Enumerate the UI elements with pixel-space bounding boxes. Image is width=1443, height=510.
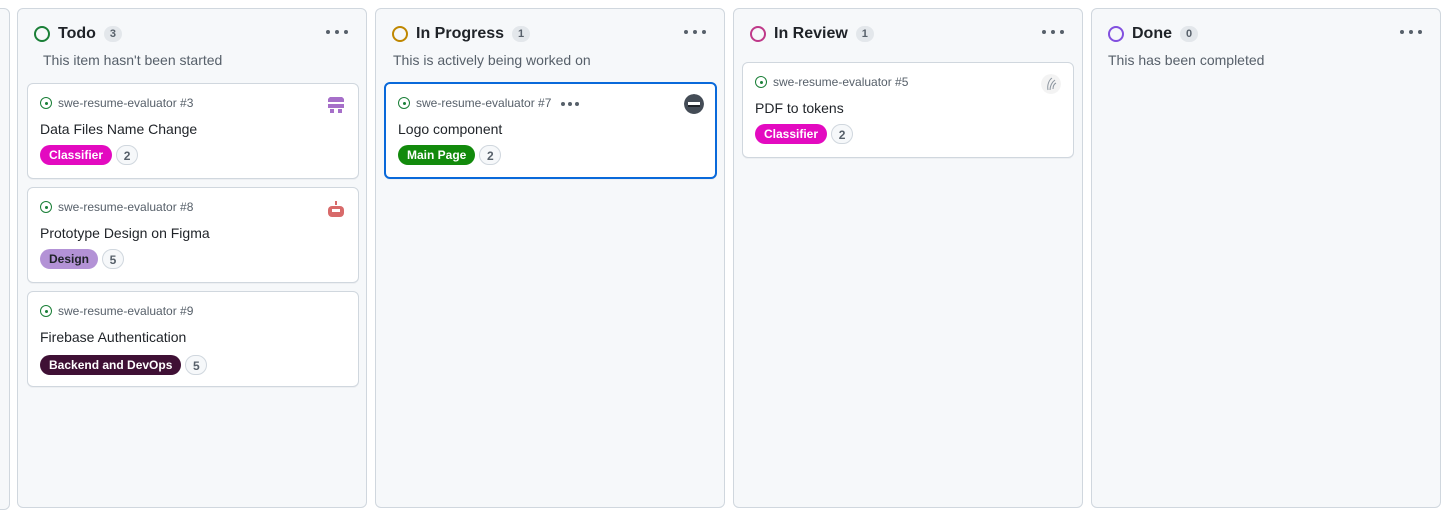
- card-labels: Design 5: [40, 249, 125, 269]
- issue-open-icon: [755, 76, 767, 88]
- column-count: 3: [103, 26, 122, 42]
- label-design[interactable]: Design: [40, 249, 99, 269]
- label-backend-devops[interactable]: Backend and DevOps: [40, 355, 182, 375]
- column-count: 0: [1180, 26, 1198, 42]
- identicon-icon: [326, 199, 346, 219]
- assignee-avatar[interactable]: [684, 94, 704, 114]
- card-title[interactable]: PDF to tokens: [755, 100, 844, 116]
- card-labels: Backend and DevOps 5: [40, 355, 208, 375]
- status-in-review-icon: [750, 26, 766, 42]
- estimate-badge: 2: [479, 145, 502, 165]
- column-menu-button[interactable]: [684, 22, 706, 42]
- card-issue-5[interactable]: swe-resume-evaluator #5 PDF to tokens Cl…: [742, 62, 1074, 158]
- column-description: This is actively being worked on: [393, 52, 591, 68]
- card-labels: Main Page 2: [398, 145, 502, 165]
- column-title: In Review: [774, 25, 848, 42]
- issue-ref-text: swe-resume-evaluator #7: [416, 96, 552, 110]
- issue-ref[interactable]: swe-resume-evaluator #7: [398, 96, 551, 110]
- column-header: Done 0: [1108, 23, 1198, 45]
- card-issue-3[interactable]: swe-resume-evaluator #3 Data Files Name …: [27, 83, 359, 179]
- column-title: Todo: [58, 25, 96, 42]
- card-labels: Classifier 2: [755, 124, 854, 144]
- issue-open-icon: [40, 201, 52, 213]
- issue-ref[interactable]: swe-resume-evaluator #3: [40, 96, 193, 110]
- card-labels: Classifier 2: [40, 145, 139, 165]
- column-count: 1: [855, 26, 874, 42]
- issue-ref-text: swe-resume-evaluator #8: [58, 200, 194, 214]
- column-title: In Progress: [416, 25, 505, 42]
- column-done: Done 0 This has been completed: [1091, 8, 1441, 508]
- issue-ref[interactable]: swe-resume-evaluator #9: [40, 304, 193, 318]
- issue-open-icon: [40, 97, 52, 109]
- issue-open-icon: [40, 305, 52, 317]
- label-classifier[interactable]: Classifier: [755, 124, 828, 144]
- issue-ref[interactable]: swe-resume-evaluator #8: [40, 200, 193, 214]
- avatar-dark-icon: [684, 94, 704, 114]
- status-done-icon: [1108, 26, 1124, 42]
- card-title[interactable]: Data Files Name Change: [40, 121, 197, 137]
- partial-column-left: [0, 8, 10, 510]
- assignee-avatar[interactable]: [1041, 74, 1061, 94]
- card-title[interactable]: Prototype Design on Figma: [40, 225, 210, 241]
- issue-ref-text: swe-resume-evaluator #9: [58, 304, 194, 318]
- card-issue-8[interactable]: swe-resume-evaluator #8 Prototype Design…: [27, 187, 359, 283]
- column-in-review: In Review 1 swe-resume-evaluator #5 PDF …: [733, 8, 1083, 508]
- column-menu-button[interactable]: [326, 22, 348, 42]
- column-in-progress: In Progress 1 This is actively being wor…: [375, 8, 725, 508]
- column-header: In Progress 1: [392, 23, 531, 45]
- status-in-progress-icon: [392, 26, 408, 42]
- column-header: In Review 1: [750, 23, 874, 45]
- estimate-badge: 5: [185, 355, 208, 375]
- estimate-badge: 2: [831, 124, 854, 144]
- label-classifier[interactable]: Classifier: [40, 145, 113, 165]
- assignee-avatar[interactable]: [326, 95, 346, 115]
- issue-ref-text: swe-resume-evaluator #3: [58, 96, 194, 110]
- column-header: Todo 3: [34, 23, 122, 45]
- column-description: This item hasn't been started: [43, 52, 223, 68]
- status-todo-icon: [34, 26, 50, 42]
- issue-ref-text: swe-resume-evaluator #5: [773, 75, 909, 89]
- column-todo: Todo 3 This item hasn't been started swe…: [17, 8, 367, 508]
- label-main-page[interactable]: Main Page: [398, 145, 476, 165]
- column-menu-button[interactable]: [1400, 22, 1422, 42]
- estimate-badge: 5: [102, 249, 125, 269]
- avatar-sketch-icon: [1041, 74, 1061, 94]
- card-title[interactable]: Firebase Authentication: [40, 329, 186, 345]
- issue-open-icon: [398, 97, 410, 109]
- column-count: 1: [512, 26, 531, 42]
- issue-ref[interactable]: swe-resume-evaluator #5: [755, 75, 908, 89]
- identicon-icon: [326, 95, 346, 115]
- card-menu-button[interactable]: [561, 102, 579, 106]
- card-issue-9[interactable]: swe-resume-evaluator #9 Firebase Authent…: [27, 291, 359, 387]
- column-title: Done: [1132, 25, 1172, 42]
- card-title[interactable]: Logo component: [398, 121, 502, 137]
- column-menu-button[interactable]: [1042, 22, 1064, 42]
- column-description: This has been completed: [1108, 52, 1265, 68]
- assignee-avatar[interactable]: [326, 199, 346, 219]
- estimate-badge: 2: [116, 145, 139, 165]
- card-issue-7[interactable]: swe-resume-evaluator #7 Logo component M…: [384, 82, 717, 179]
